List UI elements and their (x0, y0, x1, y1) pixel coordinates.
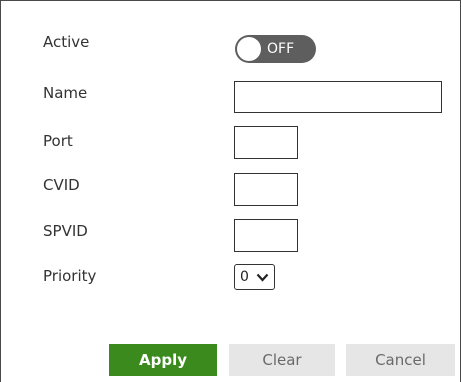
dialog-frame: Active OFF Name Port CVID SPVID Priority… (0, 0, 461, 382)
cancel-button[interactable]: Cancel (346, 344, 455, 376)
port-input[interactable] (234, 126, 298, 159)
priority-select[interactable]: 0 (234, 264, 275, 290)
chevron-down-icon (256, 273, 269, 282)
clear-button[interactable]: Clear (229, 344, 335, 376)
name-label: Name (43, 84, 88, 102)
name-input[interactable] (234, 81, 442, 113)
priority-label: Priority (43, 267, 97, 285)
toggle-knob (237, 37, 261, 61)
cvid-input[interactable] (234, 173, 298, 206)
priority-selected-value: 0 (240, 269, 249, 285)
spvid-input[interactable] (234, 219, 298, 252)
apply-button[interactable]: Apply (109, 344, 217, 376)
toggle-state-text: OFF (267, 41, 295, 57)
active-toggle[interactable]: OFF (235, 35, 316, 63)
spvid-label: SPVID (43, 222, 88, 240)
port-label: Port (43, 132, 73, 150)
cvid-label: CVID (43, 176, 80, 194)
active-label: Active (43, 33, 90, 51)
